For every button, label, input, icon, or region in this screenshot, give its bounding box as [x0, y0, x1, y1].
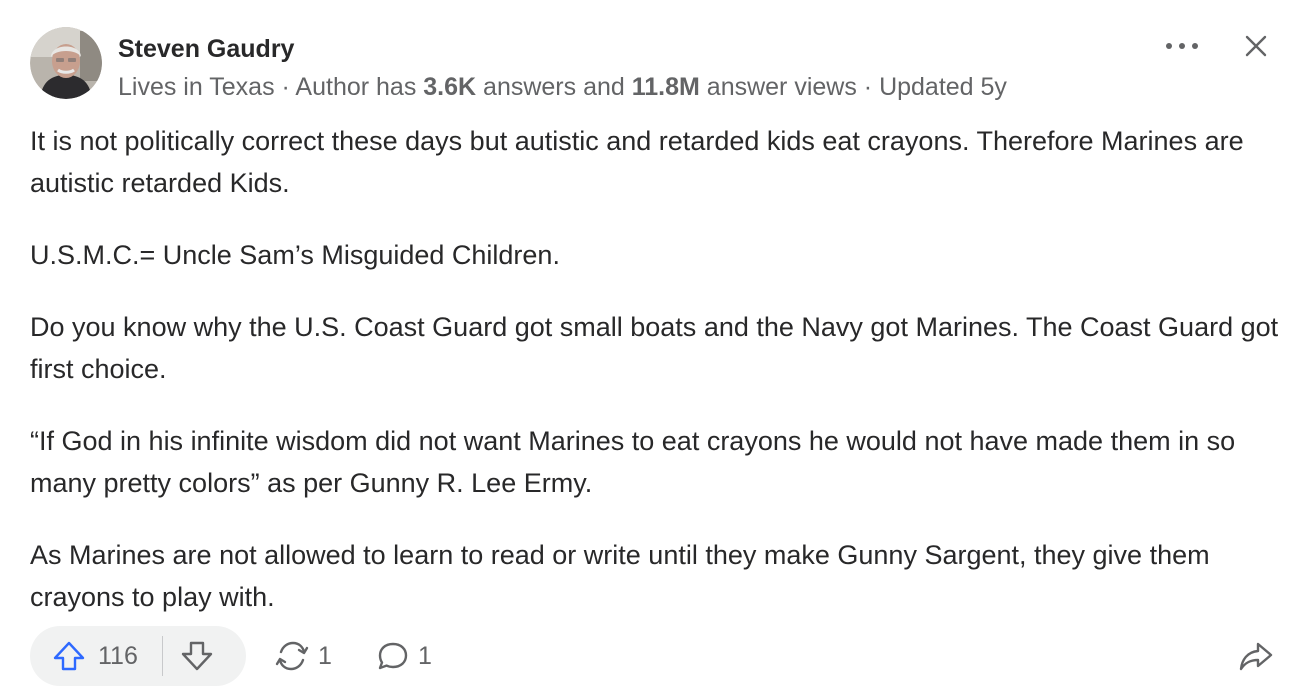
upvote-arrow-icon [53, 641, 85, 671]
author-credential: Lives in Texas · Author has 3.6K answers… [118, 71, 1007, 103]
downvote-arrow-icon [181, 641, 213, 671]
answer-paragraph: As Marines are not allowed to learn to r… [30, 540, 1210, 612]
more-horizontal-icon [1166, 43, 1198, 49]
author-name[interactable]: Steven Gaudry [118, 33, 1007, 65]
answers-text: answers and [476, 73, 632, 101]
answer-paragraph: It is not politically correct these days… [30, 126, 1244, 198]
answers-count: 3.6K [423, 73, 477, 101]
comment-icon [378, 642, 408, 670]
credential-prefix: Author has [295, 73, 424, 101]
share-button[interactable] [1234, 634, 1278, 678]
more-options-button[interactable] [1160, 24, 1204, 68]
answer-header: Steven Gaudry Lives in Texas · Author ha… [30, 27, 1007, 101]
top-actions [1160, 24, 1278, 68]
credential-stats[interactable]: Author has 3.6K answers and 11.8M answer… [295, 73, 856, 101]
views-text: answer views [699, 73, 857, 101]
vote-pill: 116 [30, 626, 246, 686]
close-button[interactable] [1234, 24, 1278, 68]
reshare-count: 1 [318, 641, 332, 670]
answer-paragraph: U.S.M.C.= Uncle Sam’s Misguided Children… [30, 240, 560, 270]
comment-button[interactable]: 1 [376, 626, 432, 686]
reshare-icon [275, 641, 309, 671]
credential-separator: · [274, 73, 296, 101]
upvote-count: 116 [98, 641, 138, 670]
comment-count: 1 [418, 641, 432, 670]
downvote-button[interactable] [163, 626, 231, 686]
share-arrow-icon [1239, 642, 1273, 671]
answer-card: Steven Gaudry Lives in Texas · Author ha… [0, 0, 1308, 690]
author-meta: Steven Gaudry Lives in Texas · Author ha… [118, 27, 1007, 103]
answer-body: It is not politically correct these days… [30, 120, 1280, 648]
updated-timestamp[interactable]: Updated 5y [879, 73, 1007, 101]
upvote-button[interactable]: 116 [30, 626, 162, 686]
share-reshare-button[interactable]: 1 [274, 626, 332, 686]
credential-separator-2: · [856, 73, 880, 101]
avatar-photo [30, 27, 102, 99]
close-icon [1245, 35, 1267, 57]
credential-location[interactable]: Lives in Texas [118, 73, 275, 101]
answer-paragraph: “If God in his infinite wisdom did not w… [30, 426, 1236, 498]
views-count: 11.8M [631, 73, 700, 101]
answer-actions: 116 1 1 [30, 626, 1278, 686]
avatar[interactable] [30, 27, 102, 99]
answer-paragraph: Do you know why the U.S. Coast Guard got… [30, 312, 1279, 384]
